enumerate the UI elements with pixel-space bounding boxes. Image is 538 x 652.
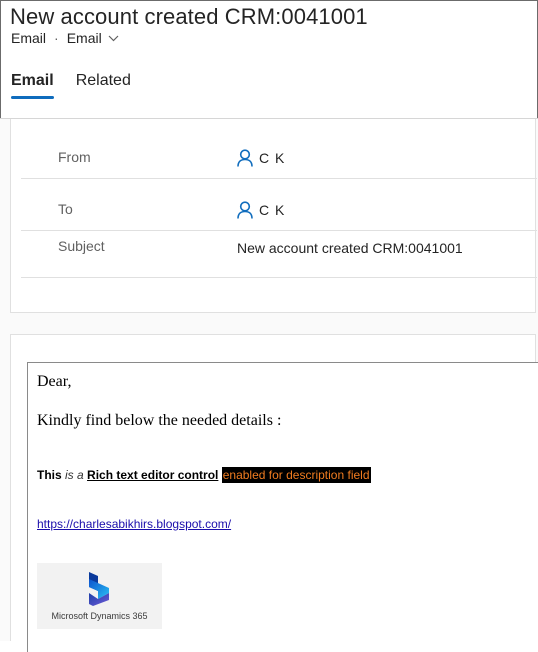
form-selector[interactable]: Email: [67, 30, 119, 46]
tab-email[interactable]: Email: [11, 72, 54, 99]
bold-text: This: [37, 468, 62, 482]
form-body[interactable]: From C K To C K Subject New account crea…: [0, 118, 538, 652]
form-selector-label: Email: [66, 30, 102, 46]
to-label: To: [58, 201, 73, 217]
tab-related[interactable]: Related: [76, 72, 131, 97]
logo-caption: Microsoft Dynamics 365: [51, 611, 148, 621]
rich-text-line: This is a Rich text editor control enabl…: [37, 467, 371, 483]
from-row: From C K: [21, 127, 537, 179]
intro-text: Kindly find below the needed details :: [37, 412, 282, 429]
to-value: C K: [259, 202, 286, 218]
record-title: New account created CRM:0041001: [10, 4, 368, 29]
underlined-text: Rich text editor control: [87, 468, 219, 482]
dynamics-365-logo: [89, 572, 109, 606]
chevron-down-icon: [108, 35, 119, 42]
rich-text-editor[interactable]: Dear, Kindly find below the needed detai…: [27, 362, 538, 652]
greeting-text: Dear,: [37, 373, 72, 390]
separator: ·: [54, 30, 59, 46]
description-section: Dear, Kindly find below the needed detai…: [10, 334, 538, 652]
to-row: To C K: [21, 179, 537, 231]
record-subtitle: Email · Email: [11, 30, 119, 46]
italic-text: is a: [65, 468, 84, 482]
blog-link[interactable]: https://charlesabikhirs.blogspot.com/: [37, 517, 231, 531]
dynamics-logo-image: Microsoft Dynamics 365: [37, 563, 162, 629]
subject-field[interactable]: New account created CRM:0041001: [237, 240, 463, 256]
person-icon: [237, 201, 253, 219]
from-label: From: [58, 149, 91, 165]
from-value: C K: [259, 150, 286, 166]
email-fields-section: From C K To C K Subject New account crea…: [10, 119, 537, 313]
from-lookup[interactable]: C K: [237, 149, 285, 167]
to-lookup[interactable]: C K: [237, 201, 285, 219]
entity-name: Email: [11, 30, 47, 46]
subject-row: Subject New account created CRM:0041001: [21, 231, 537, 278]
tab-list: Email Related: [11, 72, 131, 99]
subject-label: Subject: [58, 238, 105, 254]
person-icon: [237, 149, 253, 167]
highlighted-text: enabled for description field: [221, 467, 371, 483]
